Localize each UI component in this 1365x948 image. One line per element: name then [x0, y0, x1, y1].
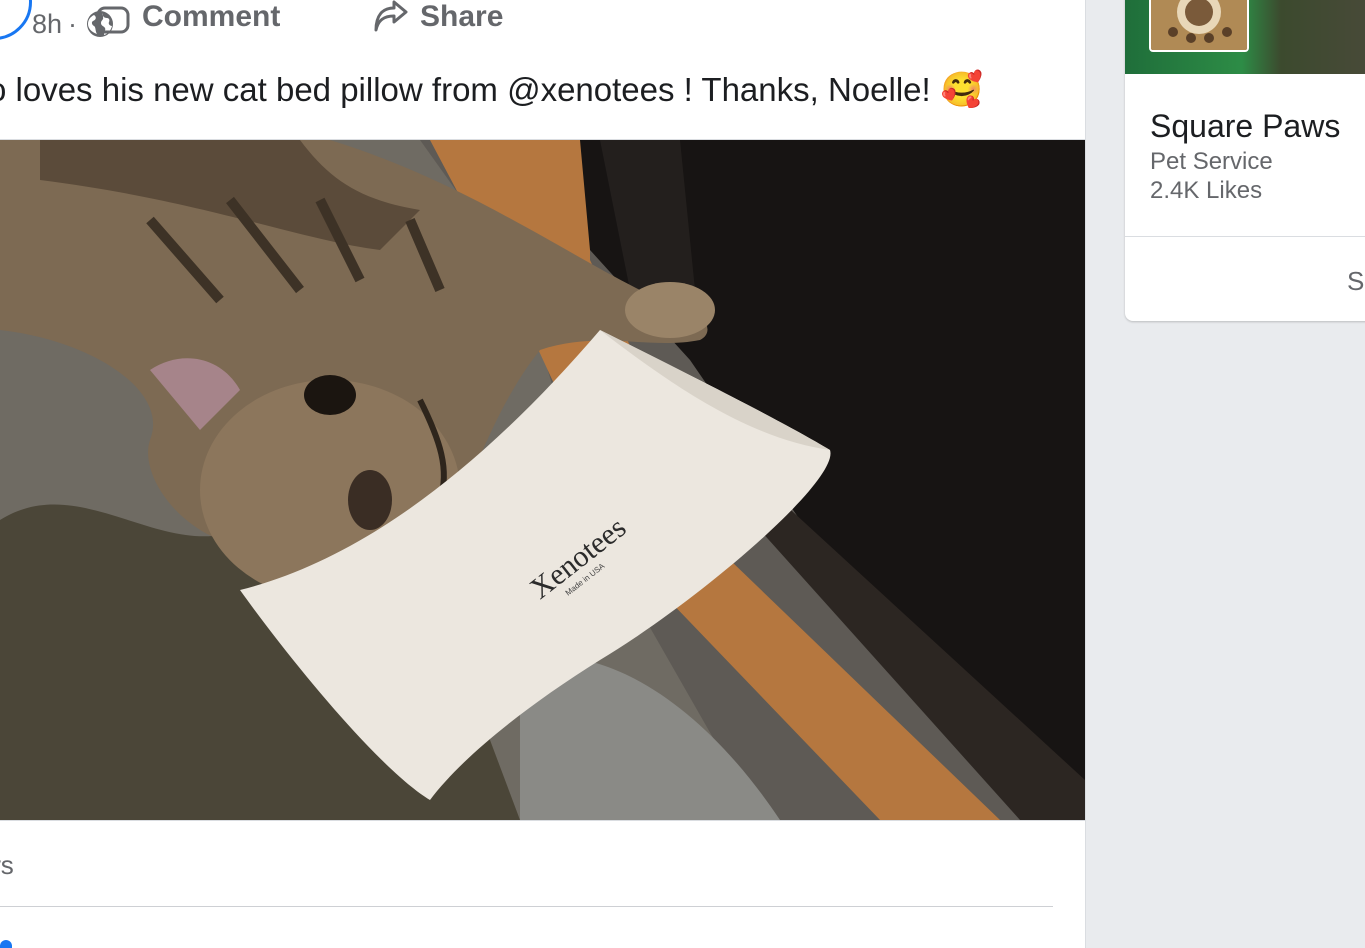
page-profile-picture[interactable] — [1149, 0, 1249, 52]
post-text: o loves his new cat bed pillow from @xen… — [0, 68, 1068, 112]
views-count[interactable]: ws — [0, 850, 14, 881]
page-category: Pet Service — [1150, 148, 1273, 175]
like-icon[interactable] — [0, 940, 12, 948]
action-divider — [0, 906, 1053, 907]
comment-icon — [96, 0, 130, 42]
post-photo[interactable]: Xenotees Made in USA — [0, 139, 1085, 821]
comment-button[interactable]: Comment — [96, 0, 280, 40]
suggested-page-card[interactable]: Square Paws Pet Service 2.4K Likes Se — [1125, 0, 1365, 321]
cat-pillow-photo: Xenotees Made in USA — [0, 140, 1085, 820]
post-message: o loves his new cat bed pillow from @xen… — [0, 71, 931, 108]
page-likes: 2.4K Likes — [1150, 177, 1263, 204]
page-cover-photo[interactable] — [1125, 0, 1365, 74]
post-card: 8h · o loves his new cat bed pillow from… — [0, 0, 1086, 948]
share-icon — [372, 0, 408, 42]
page-card-divider — [1125, 236, 1365, 237]
meta-separator: · — [68, 8, 78, 39]
comment-label: Comment — [142, 0, 281, 33]
share-button[interactable]: Share — [372, 0, 503, 40]
author-avatar[interactable] — [0, 0, 32, 40]
smiling-hearts-emoji: 🥰 — [940, 70, 984, 110]
share-label: Share — [420, 0, 504, 33]
page-card-button[interactable]: Se — [1347, 266, 1365, 297]
page-name[interactable]: Square Paws — [1150, 108, 1340, 145]
post-timestamp[interactable]: 8h — [32, 9, 62, 40]
